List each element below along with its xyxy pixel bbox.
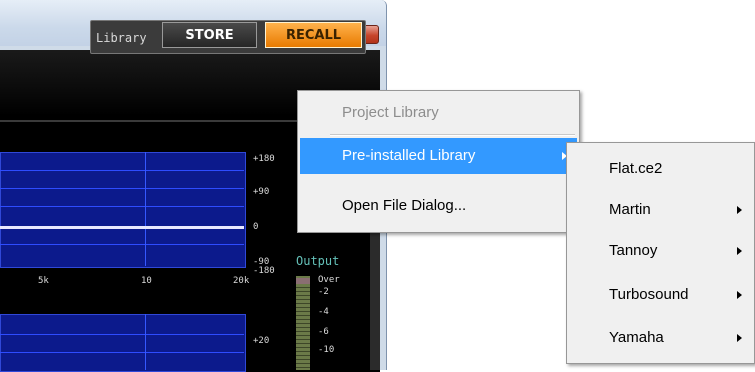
library-label: Library (96, 31, 147, 45)
y-tick: +180 (253, 154, 275, 164)
pre-installed-library-submenu: Flat.ce2 Martin Tannoy Turbosound Yamaha (566, 142, 755, 364)
grid-line (0, 188, 244, 189)
grid-line (0, 206, 244, 207)
recall-context-menu: Project Library Pre-installed Library Op… (297, 90, 580, 233)
x-tick: 5k (38, 276, 49, 286)
grid-line (0, 352, 244, 353)
menu-item-pre-installed-library[interactable]: Pre-installed Library (300, 138, 577, 174)
meter-over-indicator (296, 278, 310, 284)
submenu-arrow-icon (737, 247, 742, 255)
submenu-arrow-icon (737, 334, 742, 342)
menu-item-label: Yamaha (609, 329, 664, 346)
grid-line (0, 334, 244, 335)
menu-item-project-library: Project Library (300, 95, 577, 131)
x-tick: 10 (141, 276, 152, 286)
submenu-item-tannoy[interactable]: Tannoy (569, 233, 752, 269)
grid-line (145, 152, 146, 266)
y-tick: -180 (253, 266, 275, 276)
y-tick: +90 (253, 187, 270, 197)
grid-line (0, 244, 244, 245)
submenu-item-yamaha[interactable]: Yamaha (569, 320, 752, 356)
menu-item-label: Turbosound (609, 286, 689, 303)
menu-item-label: Open File Dialog... (342, 197, 467, 214)
menu-item-label: Flat.ce2 (609, 160, 663, 177)
response-curve (0, 226, 244, 229)
x-tick: 20k (233, 276, 250, 286)
menu-item-label: Project Library (342, 104, 439, 121)
menu-item-label: Tannoy (609, 242, 658, 259)
menu-item-label: Martin (609, 201, 651, 218)
submenu-arrow-icon (737, 206, 742, 214)
menu-separator (330, 134, 575, 136)
submenu-item-flat-ce2[interactable]: Flat.ce2 (569, 151, 752, 187)
gain-plot[interactable] (0, 314, 246, 372)
recall-button[interactable]: RECALL (265, 22, 362, 48)
submenu-item-turbosound[interactable]: Turbosound (569, 277, 752, 313)
menu-item-open-file-dialog[interactable]: Open File Dialog... (300, 188, 577, 224)
y-tick: +20 (253, 336, 270, 346)
meter-tick: Over (318, 275, 340, 285)
submenu-item-martin[interactable]: Martin (569, 192, 752, 228)
y-tick: 0 (253, 222, 259, 232)
meter-tick: -6 (318, 327, 329, 337)
grid-line (145, 314, 146, 370)
output-label: Output (296, 254, 340, 268)
meter-tick: -10 (318, 345, 335, 355)
store-button[interactable]: STORE (162, 22, 257, 48)
meter-tick: -2 (318, 287, 329, 297)
meter-tick: -4 (318, 307, 329, 317)
output-meter (296, 276, 310, 370)
menu-item-label: Pre-installed Library (342, 147, 476, 164)
submenu-arrow-icon (737, 291, 742, 299)
grid-line (0, 170, 244, 171)
